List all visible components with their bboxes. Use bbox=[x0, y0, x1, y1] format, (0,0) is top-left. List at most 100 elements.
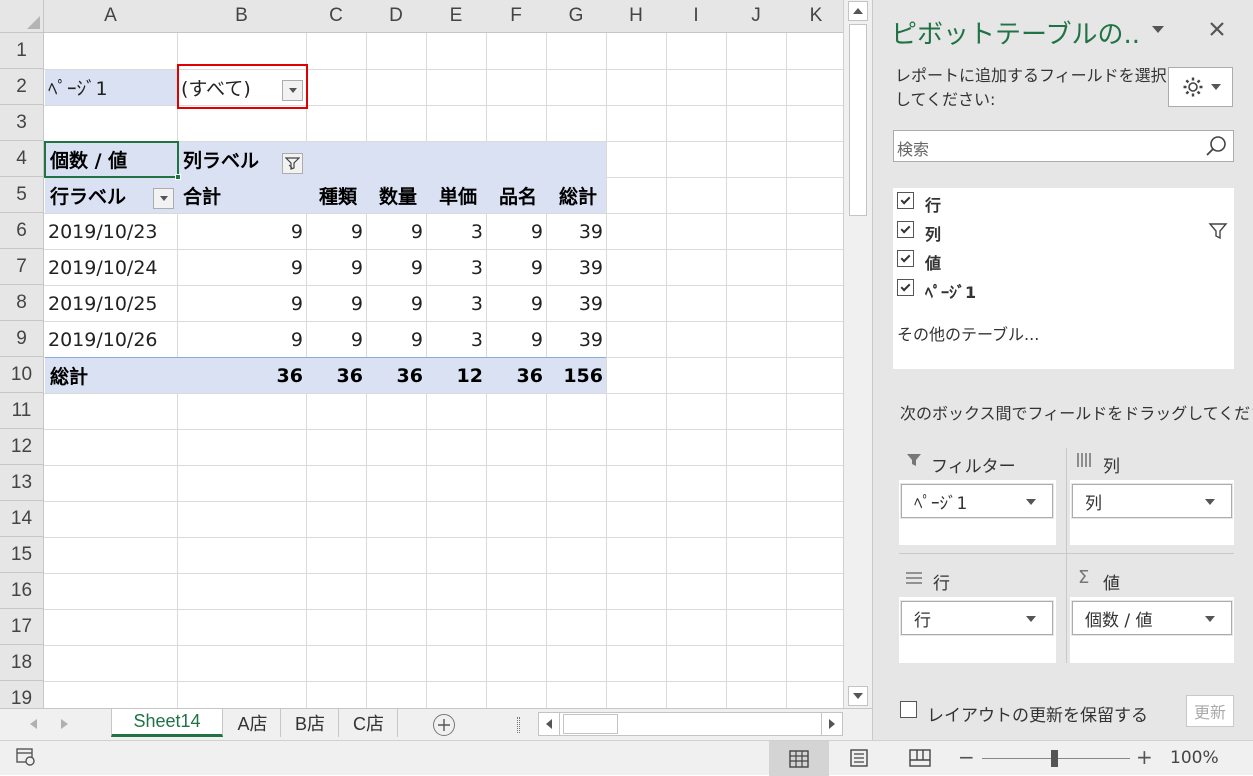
close-icon[interactable] bbox=[1210, 22, 1224, 36]
row-header-18[interactable]: 18 bbox=[0, 645, 44, 681]
pivot-column-header[interactable]: 品名 bbox=[487, 178, 537, 213]
row-header-19[interactable]: 19 bbox=[0, 681, 44, 708]
field-name[interactable]: ﾍﾟｰｼﾞ1 bbox=[925, 279, 976, 303]
pivot-value-cell[interactable]: 3 bbox=[423, 286, 483, 321]
pivot-column-header[interactable]: 種類 bbox=[307, 178, 357, 213]
field-checkbox[interactable] bbox=[897, 192, 914, 209]
field-checkbox[interactable] bbox=[897, 221, 914, 238]
row-header-15[interactable]: 15 bbox=[0, 537, 44, 573]
column-labels-header[interactable]: 列ラベル bbox=[183, 142, 259, 177]
row-header-12[interactable]: 12 bbox=[0, 429, 44, 465]
field-name[interactable]: 列 bbox=[925, 221, 941, 245]
pivot-value-cell[interactable]: 9 bbox=[483, 322, 543, 357]
row-header-4[interactable]: 4 bbox=[0, 141, 44, 177]
zoom-out-button[interactable]: − bbox=[958, 745, 975, 769]
scroll-thumb[interactable] bbox=[849, 24, 867, 216]
tab-split-handle[interactable] bbox=[517, 717, 520, 733]
row-header-10[interactable]: 10 bbox=[0, 357, 44, 393]
row-header-8[interactable]: 8 bbox=[0, 285, 44, 321]
hscroll-thumb[interactable] bbox=[563, 714, 618, 734]
pivot-value-cell[interactable]: 9 bbox=[483, 214, 543, 249]
pivot-value-cell[interactable]: 9 bbox=[363, 214, 423, 249]
page-field-label[interactable]: ﾍﾟｰｼﾞ1 bbox=[48, 70, 108, 105]
column-header-j[interactable]: J bbox=[726, 0, 787, 33]
column-field-pill[interactable]: 列 bbox=[1072, 484, 1232, 518]
pivot-value-cell[interactable]: 9 bbox=[243, 286, 303, 321]
page-layout-icon[interactable] bbox=[850, 749, 868, 767]
pivot-column-header[interactable]: 総計 bbox=[547, 178, 597, 213]
row-header-3[interactable]: 3 bbox=[0, 105, 44, 141]
field-search-input[interactable]: 検索 bbox=[893, 130, 1234, 162]
filter-icon[interactable] bbox=[1208, 221, 1228, 241]
row-field-pill[interactable]: 行 bbox=[901, 601, 1053, 635]
scroll-right-button[interactable] bbox=[821, 713, 842, 735]
pivot-value-cell[interactable]: 3 bbox=[423, 250, 483, 285]
grand-total-value[interactable]: 36 bbox=[363, 358, 423, 393]
pivot-value-cell[interactable]: 9 bbox=[243, 250, 303, 285]
horizontal-scrollbar[interactable] bbox=[538, 712, 843, 736]
pivot-value-cell[interactable]: 39 bbox=[543, 250, 603, 285]
row-label-date[interactable]: 2019/10/25 bbox=[48, 286, 158, 321]
row-header-7[interactable]: 7 bbox=[0, 249, 44, 285]
row-header-14[interactable]: 14 bbox=[0, 501, 44, 537]
fill-handle[interactable] bbox=[175, 174, 181, 180]
column-header-e[interactable]: E bbox=[426, 0, 487, 33]
defer-update-checkbox[interactable] bbox=[900, 701, 917, 718]
pivot-value-cell[interactable]: 9 bbox=[483, 250, 543, 285]
field-checkbox[interactable] bbox=[897, 250, 914, 267]
field-checkbox[interactable] bbox=[897, 279, 914, 296]
column-header-d[interactable]: D bbox=[366, 0, 427, 33]
grand-total-value[interactable]: 156 bbox=[543, 358, 603, 393]
grand-total-value[interactable]: 36 bbox=[303, 358, 363, 393]
row-label-date[interactable]: 2019/10/26 bbox=[48, 322, 158, 357]
sheet-tab-a-store[interactable]: A店 bbox=[225, 709, 281, 737]
pivot-value-cell[interactable]: 39 bbox=[543, 214, 603, 249]
field-name[interactable]: 行 bbox=[925, 192, 941, 216]
pivot-column-header[interactable]: 合計 bbox=[183, 178, 303, 213]
row-header-17[interactable]: 17 bbox=[0, 609, 44, 645]
pane-options-chevron-icon[interactable] bbox=[1152, 26, 1164, 33]
pivot-value-cell[interactable]: 3 bbox=[423, 214, 483, 249]
prev-sheet-icon[interactable] bbox=[30, 719, 38, 729]
row-header-9[interactable]: 9 bbox=[0, 321, 44, 357]
scroll-up-button[interactable] bbox=[848, 1, 868, 21]
pivot-value-cell[interactable]: 39 bbox=[543, 322, 603, 357]
pivot-column-header[interactable]: 単価 bbox=[427, 178, 477, 213]
row-label-date[interactable]: 2019/10/23 bbox=[48, 214, 158, 249]
sheet-tab-b-store[interactable]: B店 bbox=[282, 709, 339, 737]
pivot-value-cell[interactable]: 9 bbox=[303, 250, 363, 285]
pivot-value-cell[interactable]: 3 bbox=[423, 322, 483, 357]
update-button[interactable]: 更新 bbox=[1186, 695, 1234, 727]
accessibility-check-icon[interactable] bbox=[16, 748, 36, 766]
grand-total-value[interactable]: 36 bbox=[483, 358, 543, 393]
row-header-5[interactable]: 5 bbox=[0, 177, 44, 213]
column-header-g[interactable]: G bbox=[546, 0, 607, 33]
scroll-left-button[interactable] bbox=[539, 713, 560, 735]
pivot-value-cell[interactable]: 9 bbox=[483, 286, 543, 321]
more-tables-link[interactable]: その他のテーブル... bbox=[897, 321, 1039, 345]
pivot-value-cell[interactable]: 9 bbox=[363, 250, 423, 285]
tools-button[interactable] bbox=[1168, 67, 1233, 107]
pivot-value-cell[interactable]: 9 bbox=[363, 322, 423, 357]
row-header-13[interactable]: 13 bbox=[0, 465, 44, 501]
value-field-pill[interactable]: 個数 / 値 bbox=[1072, 601, 1232, 635]
sheet-tab-sheet14[interactable]: Sheet14 bbox=[111, 709, 223, 737]
zoom-slider-thumb[interactable] bbox=[1051, 750, 1058, 767]
grand-total-value[interactable]: 12 bbox=[423, 358, 483, 393]
page-break-preview-icon[interactable] bbox=[909, 749, 931, 767]
pivot-value-cell[interactable]: 9 bbox=[303, 322, 363, 357]
select-all-corner[interactable] bbox=[0, 0, 44, 33]
pivot-value-cell[interactable]: 39 bbox=[543, 286, 603, 321]
row-header-1[interactable]: 1 bbox=[0, 33, 44, 69]
row-header-2[interactable]: 2 bbox=[0, 69, 44, 105]
grand-total-value[interactable]: 36 bbox=[243, 358, 303, 393]
pivot-value-cell[interactable]: 9 bbox=[303, 286, 363, 321]
row-labels-header[interactable]: 行ラベル bbox=[50, 178, 126, 213]
worksheet-grid[interactable]: ABCDEFGHIJK 1 2 3 4 5 6 7 8 9 10 11 12 13 14 15 16 17 18 1… bbox=[0, 0, 843, 708]
search-icon[interactable] bbox=[1205, 135, 1227, 157]
sheet-tab-c-store[interactable]: C店 bbox=[340, 709, 398, 737]
vertical-scrollbar[interactable] bbox=[843, 0, 872, 708]
column-labels-filter-button[interactable] bbox=[282, 153, 303, 174]
filter-field-pill[interactable]: ﾍﾟｰｼﾞ1 bbox=[901, 484, 1053, 518]
normal-view-button[interactable] bbox=[769, 741, 829, 776]
